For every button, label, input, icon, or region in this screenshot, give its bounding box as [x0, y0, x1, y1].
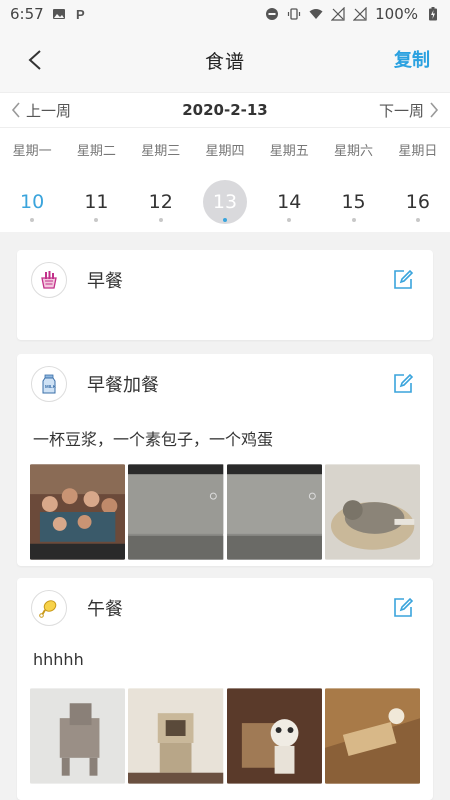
day-12[interactable]: 12 — [129, 180, 193, 224]
meal-photo-row — [17, 464, 433, 560]
weekday-label: 星期日 — [398, 144, 438, 159]
weekday-label: 星期一 — [12, 144, 52, 159]
battery-level: 100% — [375, 5, 418, 23]
previous-week-button[interactable]: 上一周 — [10, 100, 71, 121]
day-15[interactable]: 15 — [321, 180, 385, 224]
weekday-label: 星期五 — [269, 144, 309, 159]
day-indicator-dot — [415, 218, 420, 222]
chicken-leg-icon — [31, 590, 67, 626]
group-photo[interactable] — [30, 464, 126, 560]
edit-meal-button[interactable] — [391, 372, 415, 396]
battery-charging-icon — [426, 7, 440, 21]
cat-box-photo[interactable] — [324, 688, 420, 784]
day-11[interactable]: 11 — [64, 180, 128, 224]
meal-title: 早餐 — [87, 271, 123, 292]
pug-cardboard-photo[interactable] — [128, 688, 224, 784]
svg-text:P: P — [76, 7, 85, 21]
signal-off-icon — [331, 7, 345, 21]
weekday-label: 星期三 — [141, 144, 181, 159]
chevron-right-icon — [430, 102, 439, 118]
chevron-left-icon — [11, 102, 20, 118]
previous-week-label: 上一周 — [26, 101, 72, 120]
meal-header: MILK 早餐加餐 — [17, 354, 433, 414]
vibrate-icon — [287, 7, 301, 21]
day-16[interactable]: 16 — [386, 180, 450, 224]
meal-title: 早餐加餐 — [87, 375, 159, 396]
day-14[interactable]: 14 — [257, 180, 321, 224]
next-week-button[interactable]: 下一周 — [379, 100, 440, 121]
edit-meal-button[interactable] — [391, 268, 415, 292]
day-indicator-dot — [222, 218, 227, 222]
meal-description: 一杯豆浆，一个素包子，一个鸡蛋 — [33, 430, 274, 449]
edit-meal-button[interactable] — [391, 596, 415, 620]
weekday-names: 星期一 星期二 星期三 星期四 星期五 星期六 星期日 — [0, 140, 450, 159]
next-week-label: 下一周 — [378, 101, 424, 120]
app-p-icon: P — [74, 7, 88, 21]
signal-off-icon — [353, 7, 367, 21]
weekday-label: 星期二 — [76, 144, 116, 159]
meal-photo-row — [17, 688, 433, 784]
day-numbers: 10 11 12 13 14 15 16 — [0, 180, 450, 224]
back-arrow-icon — [28, 50, 41, 70]
day-indicator-dot — [351, 218, 356, 222]
status-time: 6:57 — [10, 5, 44, 23]
app-header: 食谱 复制 — [0, 28, 450, 92]
edit-icon — [394, 269, 414, 289]
edit-icon — [394, 597, 414, 617]
meal-card-breakfast-snack: MILK 早餐加餐 一杯豆浆，一个素包子，一个鸡蛋 — [17, 354, 433, 566]
back-button[interactable] — [18, 42, 54, 78]
edit-icon — [394, 373, 414, 393]
laptop-photo[interactable] — [226, 464, 322, 560]
day-10[interactable]: 10 — [0, 180, 64, 224]
laptop-photo[interactable] — [128, 464, 224, 560]
day-13-selected[interactable]: 13 — [193, 180, 257, 224]
week-navigator: 上一周 2020-2-13 下一周 — [0, 92, 450, 128]
meal-header: 午餐 — [17, 578, 433, 638]
meal-header: 早餐 — [17, 250, 433, 310]
status-bar: 6:57 P 100% — [0, 0, 450, 28]
meal-title: 午餐 — [87, 599, 123, 620]
milk-bottle-icon: MILK — [31, 366, 67, 402]
cat-photo[interactable] — [324, 464, 420, 560]
breakfast-basket-icon — [31, 262, 67, 298]
image-icon — [52, 7, 66, 21]
cat-dog-cardboard-photo[interactable] — [226, 688, 322, 784]
do-not-disturb-icon — [265, 7, 279, 21]
meal-description: hhhhh — [33, 650, 84, 669]
day-indicator-dot — [158, 218, 163, 222]
svg-text:MILK: MILK — [45, 384, 57, 389]
copy-button[interactable]: 复制 — [394, 46, 430, 72]
page-title: 食谱 — [204, 50, 245, 73]
dog-cardboard-photo[interactable] — [30, 688, 126, 784]
meal-card-breakfast: 早餐 — [17, 250, 433, 340]
week-calendar: 星期一 星期二 星期三 星期四 星期五 星期六 星期日 10 11 12 13 … — [0, 128, 450, 232]
weekday-label: 星期四 — [205, 144, 245, 159]
wifi-icon — [309, 7, 323, 21]
weekday-label: 星期六 — [334, 144, 374, 159]
meal-card-lunch: 午餐 hhhhh — [17, 578, 433, 800]
